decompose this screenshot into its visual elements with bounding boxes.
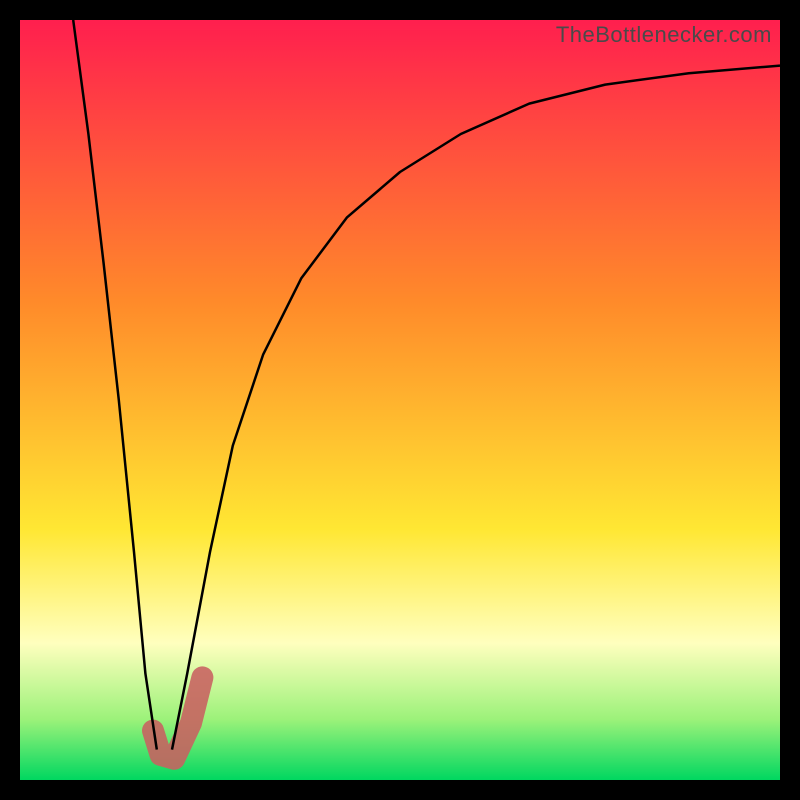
chart-frame: TheBottlenecker.com [0, 0, 800, 800]
curves-layer [20, 20, 780, 780]
plot-area: TheBottlenecker.com [20, 20, 780, 780]
watermark-text: TheBottlenecker.com [556, 22, 772, 48]
curve-left-branch [73, 20, 157, 750]
curve-right-branch [172, 66, 780, 750]
